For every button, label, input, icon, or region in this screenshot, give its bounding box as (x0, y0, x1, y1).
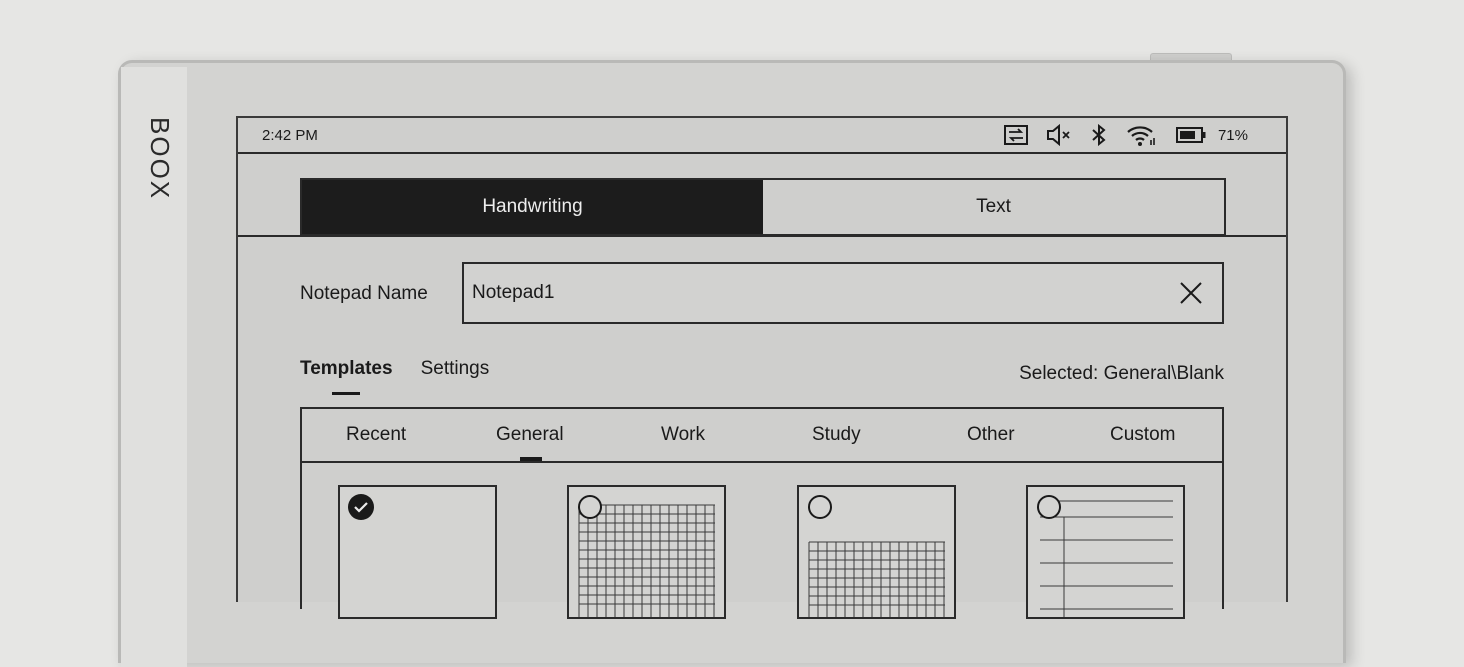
bluetooth-icon[interactable] (1090, 124, 1108, 146)
tab-other[interactable]: Other (967, 424, 1015, 446)
status-bar: 2:42 PM 71% (238, 118, 1286, 154)
template-grid-lower[interactable] (797, 485, 956, 619)
template-blank[interactable] (338, 485, 497, 619)
notepad-name-value: Notepad1 (472, 282, 555, 303)
unselected-radio-icon (1037, 495, 1061, 519)
mode-tabs: Handwriting Text (300, 178, 1226, 236)
tab-settings[interactable]: Settings (421, 358, 490, 380)
selected-check-icon (348, 494, 374, 520)
wifi-icon[interactable] (1126, 124, 1158, 146)
power-button (1150, 53, 1232, 60)
unselected-radio-icon (808, 495, 832, 519)
tab-custom[interactable]: Custom (1110, 424, 1175, 446)
tab-recent[interactable]: Recent (346, 424, 406, 446)
tab-text[interactable]: Text (763, 180, 1224, 234)
category-tabs: Recent General Work Study Other Custom (302, 409, 1222, 463)
notepad-name-label: Notepad Name (300, 283, 428, 304)
screen-refresh-icon[interactable] (1003, 125, 1028, 145)
battery-icon (1175, 126, 1206, 144)
tab-work[interactable]: Work (661, 424, 705, 446)
sub-tabs: Templates Settings (300, 358, 490, 395)
tab-study[interactable]: Study (812, 424, 861, 446)
unselected-radio-icon (578, 495, 602, 519)
notepad-name-input[interactable]: Notepad1 (462, 262, 1224, 324)
screen: 2:42 PM 71% Handwriting Text Notepad Nam… (236, 116, 1288, 619)
selected-template-text: Selected: General\Blank (1019, 363, 1224, 384)
status-time: 2:42 PM (262, 127, 318, 144)
battery-percent: 71% (1217, 126, 1248, 144)
tab-general[interactable]: General (496, 424, 564, 446)
divider (238, 235, 1286, 237)
template-lined[interactable] (1026, 485, 1185, 619)
template-grid[interactable] (567, 485, 726, 619)
speaker-muted-icon[interactable] (1046, 124, 1072, 146)
active-tab-indicator (520, 457, 542, 461)
brand-logo: BOOX (145, 117, 175, 201)
clear-icon[interactable] (1178, 280, 1204, 306)
template-panel: Recent General Work Study Other Custom (300, 407, 1224, 619)
tab-templates[interactable]: Templates (300, 358, 393, 395)
tab-handwriting[interactable]: Handwriting (302, 180, 763, 234)
